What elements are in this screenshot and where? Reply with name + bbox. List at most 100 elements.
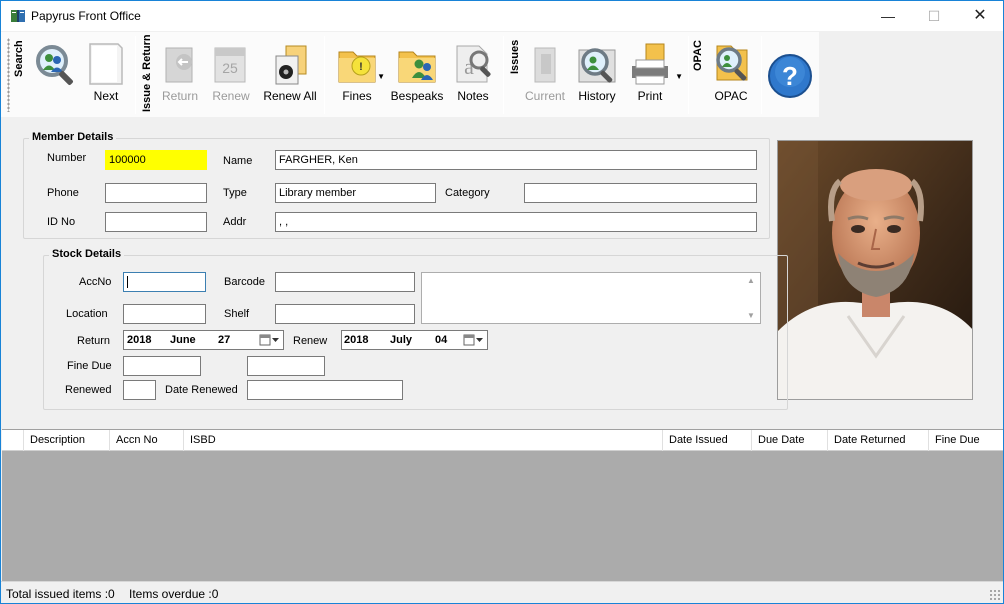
scroll-down-icon[interactable]: ▼ xyxy=(747,311,755,320)
return-button[interactable]: Return xyxy=(157,36,203,108)
fines-dropdown-icon[interactable]: ▼ xyxy=(377,72,385,81)
renew-month[interactable]: July xyxy=(390,334,412,346)
group-label-opac: OPAC xyxy=(692,40,704,71)
opac-label: OPAC xyxy=(714,89,748,103)
renew-calendar-icon: 25 xyxy=(214,47,246,83)
history-button[interactable]: History xyxy=(573,36,621,108)
grid-column-date-issued[interactable]: Date Issued xyxy=(663,430,752,451)
location-field[interactable] xyxy=(123,304,206,324)
bespeaks-label: Bespeaks xyxy=(390,89,444,103)
history-label: History xyxy=(578,89,616,103)
grid-column-accn-no[interactable]: Accn No xyxy=(110,430,184,451)
group-label-search: Search xyxy=(13,40,25,77)
maximize-button[interactable]: ☐ xyxy=(911,1,957,31)
renew-year[interactable]: 2018 xyxy=(344,334,368,346)
memo-scrollbar[interactable]: ▲ ▼ xyxy=(744,273,760,323)
overdue-status: Items overdue :0 xyxy=(129,587,219,601)
shelf-label: Shelf xyxy=(224,308,250,320)
scroll-up-icon[interactable]: ▲ xyxy=(747,276,755,285)
barcode-field[interactable] xyxy=(275,272,415,292)
member-photo xyxy=(777,140,973,400)
next-icon xyxy=(89,43,123,85)
return-day[interactable]: 27 xyxy=(218,334,230,346)
fine-due-extra-field[interactable] xyxy=(247,356,325,376)
svg-text:?: ? xyxy=(782,61,798,91)
renewed-field[interactable] xyxy=(123,380,156,400)
category-field[interactable] xyxy=(524,183,757,203)
close-button[interactable]: ✕ xyxy=(957,1,1003,31)
status-bar: Total issued items :0 Items overdue :0 xyxy=(1,581,1003,603)
return-year[interactable]: 2018 xyxy=(127,334,151,346)
fines-button[interactable]: ! Fines ▼ xyxy=(331,36,385,108)
calendar-dropdown-icon[interactable] xyxy=(463,334,483,346)
renew-all-icon xyxy=(275,45,307,85)
toolbar: Search Next Issue & Return Return 25 Ren… xyxy=(1,32,1003,117)
print-icon xyxy=(632,43,668,85)
name-field[interactable]: FARGHER, Ken xyxy=(275,150,757,170)
grid-column-fine-due[interactable]: Fine Due xyxy=(929,430,1003,451)
help-button[interactable]: ? xyxy=(765,36,815,108)
type-field[interactable]: Library member xyxy=(275,183,436,203)
stock-notes-memo[interactable]: ▲ ▼ xyxy=(421,272,761,324)
print-button[interactable]: Print ▼ xyxy=(625,36,683,108)
search-icon xyxy=(36,45,73,85)
phone-field[interactable] xyxy=(105,183,207,203)
location-label: Location xyxy=(66,308,108,320)
member-portrait-image xyxy=(778,141,972,399)
renewed-label: Renewed xyxy=(65,384,112,396)
id-no-field[interactable] xyxy=(105,212,207,232)
resize-grip[interactable] xyxy=(989,589,1001,601)
renew-date-picker[interactable]: 2018 July 04 xyxy=(341,330,488,350)
renew-all-label: Renew All xyxy=(263,89,317,103)
minimize-button[interactable]: — xyxy=(865,1,911,31)
group-label-issue-return: Issue & Return xyxy=(141,34,153,112)
bespeaks-icon xyxy=(398,51,436,83)
grid-column-date-returned[interactable]: Date Returned xyxy=(828,430,929,451)
grid-column-description[interactable]: Description xyxy=(24,430,110,451)
bespeaks-button[interactable]: Bespeaks xyxy=(389,36,445,108)
app-book-icon xyxy=(11,10,25,22)
notes-button[interactable]: a Notes xyxy=(449,36,497,108)
print-label: Print xyxy=(637,89,663,103)
toolbar-separator xyxy=(761,36,762,114)
grid-column-due-date[interactable]: Due Date xyxy=(752,430,828,451)
notes-icon: a xyxy=(456,45,491,83)
title-bar: Papyrus Front Office — ☐ ✕ xyxy=(1,1,1003,31)
print-dropdown-icon[interactable]: ▼ xyxy=(675,72,683,81)
calendar-day: 25 xyxy=(222,60,238,76)
current-icon xyxy=(534,47,556,83)
accno-label: AccNo xyxy=(79,276,112,288)
date-renewed-field[interactable] xyxy=(247,380,403,400)
phone-label: Phone xyxy=(47,187,79,199)
text-caret xyxy=(127,276,128,288)
shelf-field[interactable] xyxy=(275,304,415,324)
toolbar-grip[interactable] xyxy=(7,38,10,112)
current-button[interactable]: Current xyxy=(521,36,569,108)
next-button[interactable]: Next xyxy=(83,36,129,108)
return-month[interactable]: June xyxy=(170,334,196,346)
search-button[interactable] xyxy=(29,36,81,108)
renew-date-label: Renew xyxy=(293,335,328,347)
calendar-dropdown-icon[interactable] xyxy=(259,334,279,346)
accno-field[interactable] xyxy=(123,272,206,292)
toolbar-separator xyxy=(324,36,325,114)
help-icon: ? xyxy=(768,54,812,98)
renew-button[interactable]: 25 Renew xyxy=(207,36,255,108)
member-details-title: Member Details xyxy=(29,131,117,143)
notes-label: Notes xyxy=(457,89,489,103)
addr-field[interactable]: , , xyxy=(275,212,757,232)
barcode-label: Barcode xyxy=(224,276,265,288)
grid-column-selector[interactable] xyxy=(2,430,24,451)
renew-all-button[interactable]: Renew All xyxy=(259,36,321,108)
number-field[interactable]: 100000 xyxy=(105,150,207,170)
fine-due-field[interactable] xyxy=(123,356,201,376)
fine-due-label: Fine Due xyxy=(67,360,112,372)
issues-grid-body[interactable] xyxy=(2,451,1003,581)
opac-button[interactable]: OPAC xyxy=(705,36,757,108)
grid-column-isbd[interactable]: ISBD xyxy=(184,430,663,451)
return-date-picker[interactable]: 2018 June 27 xyxy=(123,330,284,350)
return-icon xyxy=(165,47,193,83)
stock-details-title: Stock Details xyxy=(49,248,125,260)
renew-day[interactable]: 04 xyxy=(435,334,447,346)
next-label: Next xyxy=(93,89,119,103)
